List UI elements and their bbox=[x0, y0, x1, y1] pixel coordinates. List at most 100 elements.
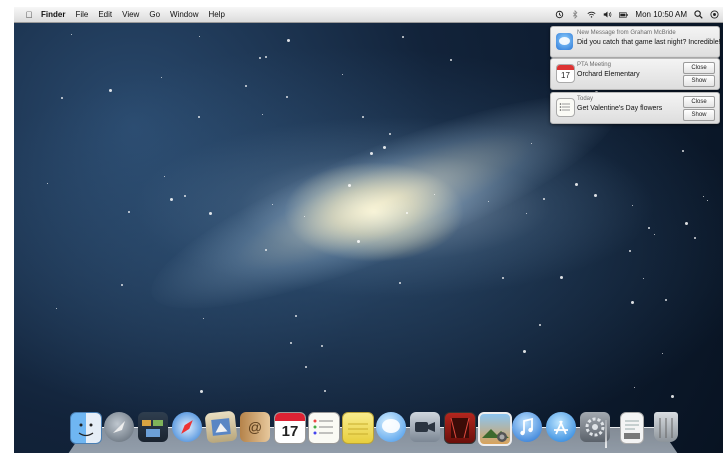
bluetooth-icon[interactable] bbox=[571, 10, 580, 19]
star bbox=[402, 36, 404, 38]
star bbox=[295, 315, 297, 317]
star bbox=[560, 276, 563, 279]
star bbox=[694, 237, 696, 239]
messages-dock-icon[interactable] bbox=[376, 412, 406, 442]
star bbox=[383, 146, 386, 149]
star bbox=[304, 216, 305, 217]
safari-icon[interactable] bbox=[172, 412, 202, 442]
star bbox=[203, 318, 204, 319]
star bbox=[348, 184, 351, 187]
reminders-dock-icon[interactable] bbox=[308, 412, 340, 444]
finder-icon[interactable] bbox=[70, 412, 102, 444]
star bbox=[531, 143, 532, 144]
star bbox=[648, 227, 650, 229]
trash-icon[interactable] bbox=[654, 412, 678, 442]
star bbox=[370, 152, 373, 155]
notification-body: Get Valentine's Day flowers bbox=[577, 105, 663, 112]
star bbox=[643, 278, 644, 279]
app-store-icon[interactable] bbox=[546, 412, 576, 442]
star bbox=[128, 211, 130, 213]
menu-go[interactable]: Go bbox=[144, 10, 165, 19]
star bbox=[200, 390, 203, 393]
menu-file[interactable]: File bbox=[70, 10, 93, 19]
dock-divider bbox=[605, 420, 607, 448]
star bbox=[198, 116, 200, 118]
menubar-clock[interactable]: Mon 10:50 AM bbox=[635, 10, 687, 19]
star bbox=[406, 212, 408, 214]
star bbox=[199, 36, 200, 37]
star bbox=[502, 277, 504, 279]
facetime-icon[interactable] bbox=[410, 412, 440, 442]
menu-help[interactable]: Help bbox=[203, 10, 229, 19]
notification-pta-meeting: 17 PTA Meeting Orchard Elementary Close … bbox=[550, 58, 720, 90]
star bbox=[594, 194, 597, 197]
star bbox=[682, 150, 684, 152]
star bbox=[164, 176, 165, 177]
menu-view[interactable]: View bbox=[117, 10, 144, 19]
notes-icon[interactable] bbox=[342, 412, 374, 444]
notification-message[interactable]: New Message from Graham McBride Did you … bbox=[550, 26, 721, 58]
calendar-dock-icon[interactable]: 17 bbox=[274, 412, 306, 444]
notification-reminder: Today Get Valentine's Day flowers Close … bbox=[550, 92, 720, 124]
star bbox=[209, 212, 212, 215]
star bbox=[488, 201, 489, 202]
menu-edit[interactable]: Edit bbox=[93, 10, 117, 19]
star bbox=[523, 350, 526, 353]
desktop:  Finder File Edit View Go Window Help M… bbox=[14, 7, 723, 453]
star bbox=[321, 345, 323, 347]
star bbox=[450, 59, 452, 61]
menu-extras: Mon 10:50 AM bbox=[555, 7, 719, 22]
star bbox=[665, 299, 667, 301]
star bbox=[526, 213, 527, 214]
star bbox=[671, 395, 674, 398]
star bbox=[399, 282, 401, 284]
star bbox=[707, 200, 708, 201]
menu-app-finder[interactable]: Finder bbox=[36, 10, 70, 19]
star bbox=[262, 114, 263, 115]
photo-booth-icon[interactable] bbox=[444, 412, 476, 444]
star bbox=[662, 353, 663, 354]
notification-center-icon[interactable] bbox=[710, 10, 719, 19]
star bbox=[121, 284, 123, 286]
dock: @ 17 bbox=[68, 410, 678, 448]
menu-bar:  Finder File Edit View Go Window Help M… bbox=[14, 7, 723, 23]
time-machine-icon[interactable] bbox=[555, 10, 564, 19]
itunes-icon[interactable] bbox=[512, 412, 542, 442]
star bbox=[362, 116, 364, 118]
star bbox=[265, 249, 267, 251]
notification-title: Today bbox=[577, 96, 594, 102]
mission-control-icon[interactable] bbox=[138, 412, 168, 442]
star bbox=[631, 301, 634, 304]
star bbox=[543, 198, 545, 200]
menu-window[interactable]: Window bbox=[165, 10, 203, 19]
volume-icon[interactable] bbox=[603, 10, 612, 19]
star bbox=[61, 97, 63, 99]
notification-body: Orchard Elementary bbox=[577, 71, 640, 78]
mail-icon[interactable] bbox=[204, 410, 238, 444]
reminders-icon bbox=[556, 98, 575, 117]
apple-menu-icon[interactable]:  bbox=[22, 10, 36, 20]
launchpad-icon[interactable] bbox=[104, 412, 134, 442]
star bbox=[47, 183, 48, 184]
close-button[interactable]: Close bbox=[683, 62, 715, 74]
star bbox=[71, 34, 72, 35]
calendar-dock-day: 17 bbox=[281, 423, 299, 440]
contacts-icon[interactable]: @ bbox=[240, 412, 270, 442]
star bbox=[324, 390, 326, 392]
star bbox=[654, 234, 655, 235]
star bbox=[56, 308, 57, 309]
battery-icon[interactable] bbox=[619, 10, 629, 19]
star bbox=[272, 204, 273, 205]
show-button[interactable]: Show bbox=[683, 75, 715, 87]
wifi-icon[interactable] bbox=[587, 10, 596, 19]
star bbox=[290, 342, 292, 344]
star bbox=[161, 77, 162, 78]
star bbox=[703, 196, 704, 197]
iphoto-icon[interactable] bbox=[478, 412, 512, 446]
show-button[interactable]: Show bbox=[683, 109, 715, 121]
document-icon[interactable] bbox=[620, 412, 644, 444]
star bbox=[357, 240, 360, 243]
spotlight-search-icon[interactable] bbox=[694, 10, 703, 19]
close-button[interactable]: Close bbox=[683, 96, 715, 108]
star bbox=[634, 387, 635, 388]
